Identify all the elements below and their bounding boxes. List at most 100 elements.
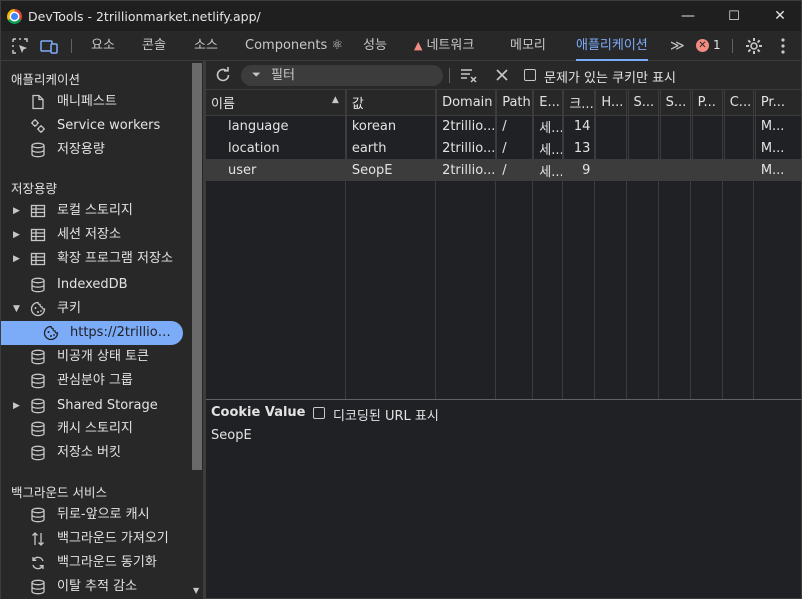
expand-arrow-icon[interactable]: ▶ [13,223,20,247]
cookie-value-panel: Cookie Value 디코딩된 URL 표시 SeopE [206,399,802,599]
column-divider [562,90,563,399]
sidebar-item-indexeddb[interactable]: IndexedDB [1,273,190,297]
sidebar-item-private-state-tokens[interactable]: 비공개 상태 토큰 [1,345,190,369]
filter-input[interactable] [271,65,431,86]
table-row[interactable]: location earth 2trillio... / 세... 13 M..… [206,137,801,159]
tab-sources[interactable]: 소스 [194,31,218,61]
database-icon [31,421,45,437]
cell-path: / [496,137,535,159]
only-issues-checkbox[interactable] [524,69,536,81]
database-icon [31,445,45,461]
table-icon [30,252,46,266]
cell-priority: M... [755,137,801,159]
close-button[interactable]: ✕ [757,1,802,32]
cookie-toolbar: ⏷ 문제가 있는 쿠키만 표시 [206,61,802,90]
cookie-value-text[interactable]: SeopE [211,428,252,443]
sidebar-item-label: 확장 프로그램 저장소 [57,251,173,266]
sidebar-item-label: 캐시 스토리지 [57,421,133,436]
cell-size: 13 [563,137,597,159]
column-divider [345,90,346,399]
sidebar-item-label: 백그라운드 동기화 [57,555,157,570]
sidebar-item-storage[interactable]: 저장용량 [1,138,190,162]
section-heading-application: 애플리케이션 [11,72,81,87]
tab-application[interactable]: 애플리케이션 [576,31,648,61]
sidebar-scrollbar[interactable]: ▼ [190,61,203,599]
expand-arrow-icon[interactable]: ▶ [13,247,20,271]
sidebar-item-extension-storage[interactable]: ▶ 확장 프로그램 저장소 [1,247,190,271]
table-row[interactable]: language korean 2trillio... / 세... 14 M.… [206,115,801,137]
toolbar-divider [449,68,450,83]
updown-arrows-icon [32,532,44,546]
sidebar-item-local-storage[interactable]: ▶ 로컬 스토리지 [1,199,190,223]
settings-gear-icon[interactable] [744,36,764,56]
column-divider [594,90,595,399]
title-bar: DevTools - 2trillionmarket.netlify.app/ … [0,0,802,31]
sidebar-item-background-sync[interactable]: 백그라운드 동기화 [1,551,190,575]
cell-domain: 2trillio... [436,137,498,159]
inspect-element-icon[interactable] [10,36,30,56]
column-header-name[interactable]: 이름 ▲ [206,90,347,116]
column-header-value[interactable]: 값 [346,90,438,116]
cell-value: korean [346,115,438,137]
column-header-domain[interactable]: Domain [436,90,498,116]
error-icon[interactable]: ✕ [696,39,709,52]
sort-ascending-icon: ▲ [331,95,339,105]
scroll-down-arrow-icon[interactable]: ▼ [193,586,199,595]
clear-filtered-icon[interactable] [460,67,478,83]
column-divider [753,90,754,399]
tab-performance[interactable]: 성능 [363,31,387,61]
column-header-size[interactable]: 크... [563,90,597,116]
sidebar-item-service-workers[interactable]: Service workers [1,114,190,138]
column-header-expires[interactable]: E... [533,90,565,116]
tab-console[interactable]: 콘솔 [142,31,166,61]
tab-memory[interactable]: 메모리 [510,31,546,61]
sidebar-item-bfcache[interactable]: 뒤로-앞으로 캐시 [1,503,190,527]
column-header-priority[interactable]: Pr... [755,90,801,116]
tab-network[interactable]: ▲ 네트워크 [414,31,474,61]
sidebar-item-cookies[interactable]: ▼ 쿠키 [1,297,190,321]
expand-arrow-icon[interactable]: ▶ [13,199,20,223]
decode-url-label: 디코딩된 URL 표시 [333,409,439,424]
minimize-button[interactable]: — [665,1,711,32]
table-row-selected[interactable]: user SeopE 2trillio... / 세... 9 M... [206,159,801,181]
column-header-partition-key[interactable]: P... [692,90,725,116]
cell-samesite [660,115,693,137]
column-header-samesite[interactable]: S... [660,90,693,116]
column-header-httponly[interactable]: H... [595,90,629,116]
sidebar-item-interest-groups[interactable]: 관심분야 그룹 [1,369,190,393]
sidebar-item-storage-buckets[interactable]: 저장소 버킷 [1,441,190,465]
maximize-button[interactable]: ☐ [711,1,757,32]
sidebar-item-cache-storage[interactable]: 캐시 스토리지 [1,417,190,441]
only-issues-label: 문제가 있는 쿠키만 표시 [544,71,676,86]
sidebar-item-background-fetch[interactable]: 백그라운드 가져오기 [1,527,190,551]
tab-components[interactable]: Components ⚛ [245,31,343,61]
column-header-secure[interactable]: S... [628,90,661,116]
expand-arrow-icon[interactable]: ▶ [13,394,20,418]
filter-box[interactable]: ⏷ [241,65,443,86]
sidebar-item-label: 매니페스트 [57,94,117,109]
device-toolbar-icon[interactable] [39,36,59,56]
sidebar-item-cookie-origin[interactable]: https://2trillionmarket.netlify.app [1,321,183,345]
sidebar-item-manifest[interactable]: 매니페스트 [1,90,190,114]
file-icon [32,94,44,110]
collapse-arrow-icon[interactable]: ▼ [13,297,20,321]
sidebar-item-label: 관심분야 그룹 [57,373,133,388]
devtools-toolbar: 요소 콘솔 소스 Components ⚛ 성능 ▲ 네트워크 메모리 애플리케이… [0,31,802,61]
sidebar-item-shared-storage[interactable]: ▶ Shared Storage [1,394,190,418]
cell-path: / [496,159,535,181]
sidebar-item-session-storage[interactable]: ▶ 세션 저장소 [1,223,190,247]
tab-elements[interactable]: 요소 [91,31,115,61]
error-count[interactable]: 1 [713,38,721,52]
scrollbar-thumb[interactable] [192,63,202,470]
cell-partition-key [692,159,725,181]
more-tabs-button[interactable]: ≫ [670,31,685,61]
column-divider [532,90,533,399]
refresh-icon[interactable] [214,66,232,84]
column-header-cross-site[interactable]: C... [724,90,756,116]
sidebar-item-bounce-tracking[interactable]: 이탈 추적 감소 [1,575,190,599]
filter-icon: ⏷ [252,68,261,81]
decode-url-checkbox[interactable] [313,407,325,419]
more-options-icon[interactable] [773,36,793,56]
delete-all-icon[interactable] [495,68,509,82]
column-header-path[interactable]: Path [496,90,535,116]
